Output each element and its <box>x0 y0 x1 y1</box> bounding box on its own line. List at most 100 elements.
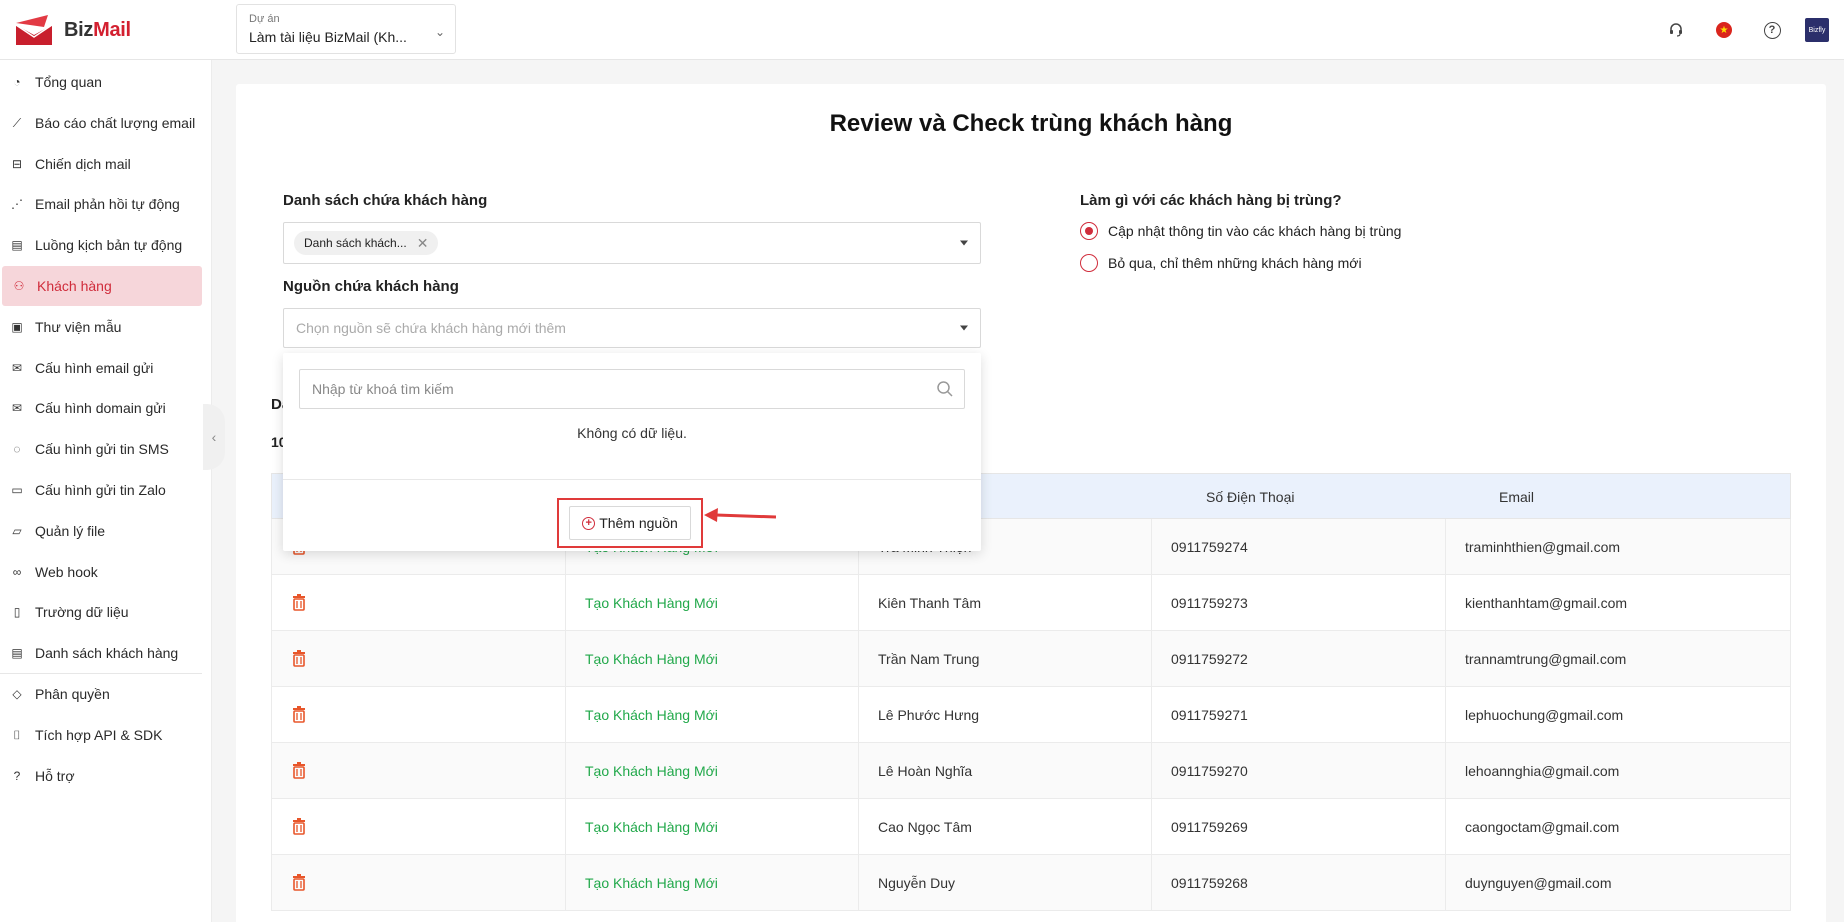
source-select[interactable]: Chọn nguồn sẽ chứa khách hàng mới thêm <box>283 308 981 348</box>
headset-icon[interactable] <box>1652 0 1700 60</box>
cell-status[interactable]: Tạo Khách Hàng Mới <box>585 687 718 743</box>
sidebar-item-label: Trường dữ liệu <box>35 604 129 620</box>
trash-icon[interactable] <box>292 762 306 779</box>
pie-chart-icon: ◔ <box>13 75 21 89</box>
cell-status[interactable]: Tạo Khách Hàng Mới <box>585 575 718 631</box>
project-selector[interactable]: Dự án Làm tài liệu BizMail (Kh... ⌄ <box>236 4 456 54</box>
list-icon: ▤ <box>11 646 23 660</box>
sidebar-item-6[interactable]: ⚇ Khách hàng <box>2 266 202 306</box>
trash-icon[interactable] <box>292 818 306 835</box>
project-value: Làm tài liệu BizMail (Kh... <box>249 29 407 45</box>
sidebar-item-label: Khách hàng <box>37 278 112 294</box>
sidebar-item-label: Tích hợp API & SDK <box>35 727 163 743</box>
table-row: Tạo Khách Hàng Mới Kiên Thanh Tâm 09117592… <box>271 575 1791 631</box>
column-header-email: Email <box>1499 489 1535 505</box>
column-divider <box>1445 631 1446 687</box>
folder-icon: ▱ <box>12 524 22 538</box>
chat-bubble-icon: ◌ <box>13 442 21 456</box>
sidebar-item-label: Cấu hình gửi tin Zalo <box>35 482 166 498</box>
collapse-sidebar-button[interactable]: ‹ <box>203 404 225 470</box>
share-nodes-icon: ⋰ <box>11 197 23 211</box>
duplicate-question: Làm gì với các khách hàng bị trùng? <box>1080 192 1342 209</box>
column-divider <box>1151 855 1152 911</box>
brand-logo[interactable]: BizMail <box>14 13 131 47</box>
cell-name: Trần Nam Trung <box>878 651 980 667</box>
trash-icon[interactable] <box>292 594 306 611</box>
sidebar-item-label: Danh sách khách hàng <box>35 645 179 661</box>
page-title: Review và Check trùng khách hàng <box>829 110 1233 137</box>
column-divider <box>1151 799 1152 855</box>
column-divider <box>858 743 859 799</box>
column-divider <box>1151 687 1152 743</box>
sidebar-item-label: Tổng quan <box>35 74 102 90</box>
cell-status[interactable]: Tạo Khách Hàng Mới <box>585 743 718 799</box>
webhook-icon: ∞ <box>12 565 22 579</box>
sidebar-item-5[interactable]: ▤ Luồng kịch bản tự động <box>0 225 212 265</box>
column-divider <box>858 687 859 743</box>
trash-icon[interactable] <box>292 706 306 723</box>
sidebar-item-13[interactable]: ∞ Web hook <box>0 552 212 592</box>
close-icon[interactable]: ✕ <box>417 235 429 252</box>
sidebar-item-7[interactable]: ▣ Thư viện mẫu <box>0 307 212 347</box>
customer-list-label: Danh sách chứa khách hàng <box>283 192 488 209</box>
sidebar-item-8[interactable]: ✉ Cấu hình email gửi <box>0 348 212 388</box>
cell-phone: 0911759274 <box>1171 539 1248 555</box>
sidebar-item-label: Chiến dịch mail <box>35 156 131 172</box>
vietnam-flag-icon[interactable]: ★ <box>1700 0 1748 60</box>
table-row: Tạo Khách Hàng Mới Cao Ngọc Tâm 0911759269… <box>271 799 1791 855</box>
sidebar-item-14[interactable]: ▯ Trường dữ liệu <box>0 592 212 632</box>
sidebar-item-3[interactable]: ⊟ Chiến dịch mail <box>0 144 212 184</box>
code-icon: ⌷ <box>13 727 21 742</box>
cell-status[interactable]: Tạo Khách Hàng Mới <box>585 799 718 855</box>
cell-phone: 0911759268 <box>1171 875 1248 891</box>
sidebar-item-12[interactable]: ▱ Quản lý file <box>0 511 212 551</box>
add-source-button[interactable]: + Thêm nguồn <box>569 506 691 540</box>
cell-email: duynguyen@gmail.com <box>1465 875 1612 891</box>
radio-button[interactable] <box>1080 222 1098 240</box>
sidebar-item-label: Luồng kịch bản tự động <box>35 237 183 253</box>
sidebar-item-4[interactable]: ⋰ Email phản hồi tự động <box>0 184 212 224</box>
zalo-icon: ▭ <box>11 483 23 497</box>
sidebar-item-label: Web hook <box>35 564 98 580</box>
column-divider <box>858 855 859 911</box>
inbox-icon: ⊟ <box>11 157 23 171</box>
sidebar-item-10[interactable]: ◌ Cấu hình gửi tin SMS <box>0 429 212 469</box>
cell-email: lehoannghia@gmail.com <box>1465 763 1620 779</box>
radio-skip-duplicates[interactable]: Bỏ qua, chỉ thêm những khách hàng mới <box>1080 254 1362 272</box>
source-dropdown: Không có dữ liệu. + Thêm nguồn <box>283 353 981 551</box>
table-row: Tạo Khách Hàng Mới Trần Nam Trung 09117592… <box>271 631 1791 687</box>
top-bar: BizMail Dự án Làm tài liệu BizMail (Kh..… <box>0 0 1844 60</box>
sidebar-item-17[interactable]: ⌷ Tích hợp API & SDK <box>0 715 212 755</box>
sidebar-item-18[interactable]: ? Hỗ trợ <box>0 756 212 796</box>
column-divider <box>1151 575 1152 631</box>
trash-icon[interactable] <box>292 650 306 667</box>
sidebar-item-15[interactable]: ▤ Danh sách khách hàng <box>0 633 212 673</box>
help-icon[interactable]: ? <box>1748 0 1796 60</box>
column-divider <box>1445 519 1446 575</box>
project-label: Dự án <box>249 13 280 25</box>
highlight-box: + Thêm nguồn <box>557 498 703 548</box>
radio-button[interactable] <box>1080 254 1098 272</box>
sidebar-divider <box>0 673 202 674</box>
cell-email: trannamtrung@gmail.com <box>1465 651 1627 667</box>
sidebar-item-16[interactable]: ◇ Phân quyền <box>0 674 212 714</box>
document-icon: ▯ <box>13 605 21 619</box>
sidebar-item-11[interactable]: ▭ Cấu hình gửi tin Zalo <box>0 470 212 510</box>
cell-status[interactable]: Tạo Khách Hàng Mới <box>585 631 718 687</box>
sidebar-item-label: Hỗ trợ <box>35 768 75 784</box>
support-icon: ? <box>13 769 21 783</box>
radio-update-duplicates[interactable]: Cập nhật thông tin vào các khách hàng bị… <box>1080 222 1401 240</box>
search-input[interactable] <box>300 370 920 408</box>
customer-list-select[interactable]: Danh sách khách... ✕ <box>283 222 981 264</box>
envelope-icon: ✉ <box>11 401 23 415</box>
trash-icon[interactable] <box>292 874 306 891</box>
sidebar-item-9[interactable]: ✉ Cấu hình domain gửi <box>0 388 212 428</box>
column-divider <box>858 575 859 631</box>
sidebar-item-label: Thư viện mẫu <box>35 319 122 335</box>
sidebar-item-2[interactable]: ⟋ Báo cáo chất lượng email <box>0 103 212 143</box>
column-divider <box>565 687 566 743</box>
avatar[interactable]: Bizfly <box>1796 0 1844 60</box>
pointer-arrow-icon <box>704 508 776 522</box>
cell-status[interactable]: Tạo Khách Hàng Mới <box>585 855 718 911</box>
sidebar-item-1[interactable]: ◔ Tổng quan <box>0 62 212 102</box>
